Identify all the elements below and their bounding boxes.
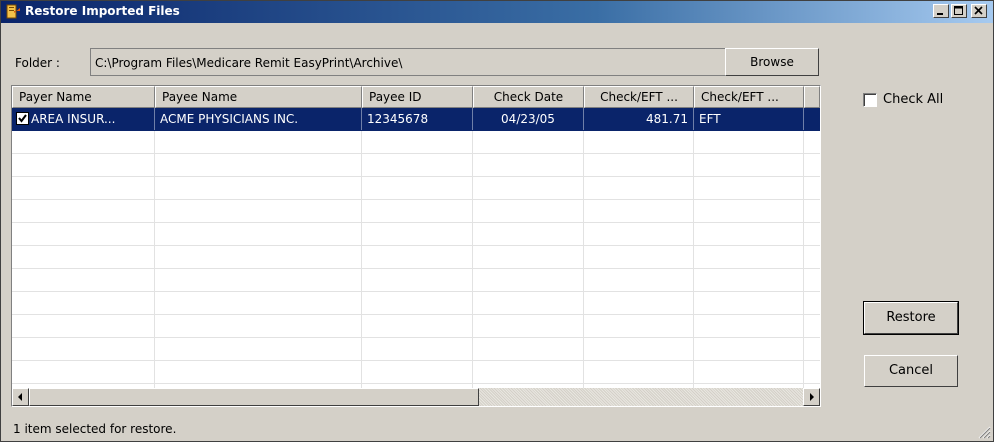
column-header-filler <box>804 86 820 108</box>
restore-dialog: Restore Imported Files Folder : C:\Progr… <box>0 0 994 442</box>
grid-line <box>472 131 473 388</box>
app-icon <box>6 4 21 19</box>
list-header: Payer Name Payee Name Payee ID Check Dat… <box>12 86 820 108</box>
cell-payee-name: ACME PHYSICIANS INC. <box>155 108 362 130</box>
grid-line <box>154 131 155 388</box>
grid-line <box>693 131 694 388</box>
minimize-button[interactable] <box>933 4 949 18</box>
empty-row <box>12 269 820 292</box>
empty-row <box>12 131 820 154</box>
close-button[interactable] <box>971 4 987 18</box>
empty-row <box>12 246 820 269</box>
arrow-left-icon <box>18 393 22 401</box>
browse-button[interactable]: Browse <box>725 48 819 76</box>
empty-row <box>12 154 820 177</box>
grid-line <box>361 131 362 388</box>
column-header-check-eft-amount[interactable]: Check/EFT ... <box>584 86 694 108</box>
empty-row <box>12 177 820 200</box>
window-title: Restore Imported Files <box>25 4 180 18</box>
arrow-right-icon <box>810 393 814 401</box>
row-checkbox[interactable] <box>16 112 29 125</box>
check-all-label: Check All <box>883 92 944 107</box>
cell-payee-id: 12345678 <box>362 108 473 130</box>
folder-path-field[interactable]: C:\Program Files\Medicare Remit EasyPrin… <box>90 48 726 76</box>
scroll-left-button[interactable] <box>12 388 29 406</box>
restore-button[interactable]: Restore <box>863 301 959 335</box>
empty-row <box>12 223 820 246</box>
empty-row <box>12 361 820 384</box>
empty-row <box>12 200 820 223</box>
folder-path-text: C:\Program Files\Medicare Remit EasyPrin… <box>95 56 403 70</box>
title-bar[interactable]: Restore Imported Files <box>1 1 993 23</box>
cell-amount: 481.71 <box>584 108 694 130</box>
empty-row <box>12 292 820 315</box>
column-header-payer-name[interactable]: Payer Name <box>12 86 155 108</box>
grid-line <box>803 131 804 388</box>
column-header-payee-name[interactable]: Payee Name <box>155 86 362 108</box>
checkbox-box[interactable] <box>863 93 877 107</box>
cancel-button[interactable]: Cancel <box>864 355 958 387</box>
empty-row <box>12 338 820 361</box>
column-header-payee-id[interactable]: Payee ID <box>362 86 473 108</box>
files-list[interactable]: Payer Name Payee Name Payee ID Check Dat… <box>11 85 821 407</box>
status-text: 1 item selected for restore. <box>13 422 177 436</box>
cell-payer-name: AREA INSUR... <box>12 108 155 130</box>
grid-line <box>583 131 584 388</box>
scroll-right-button[interactable] <box>803 388 820 406</box>
horizontal-scrollbar[interactable] <box>12 388 820 406</box>
maximize-button[interactable] <box>951 4 967 18</box>
table-row[interactable]: AREA INSUR... ACME PHYSICIANS INC. 12345… <box>12 108 820 131</box>
resize-grip-icon[interactable] <box>975 423 991 439</box>
scrollbar-thumb[interactable] <box>29 388 479 406</box>
empty-row <box>12 315 820 338</box>
cell-check-eft: EFT <box>694 108 804 130</box>
cell-check-date: 04/23/05 <box>473 108 584 130</box>
column-header-check-date[interactable]: Check Date <box>473 86 584 108</box>
folder-label: Folder : <box>15 56 60 70</box>
list-rows: AREA INSUR... ACME PHYSICIANS INC. 12345… <box>12 108 820 388</box>
column-header-check-eft-type[interactable]: Check/EFT ... <box>694 86 804 108</box>
payer-name-text: AREA INSUR... <box>31 112 116 126</box>
